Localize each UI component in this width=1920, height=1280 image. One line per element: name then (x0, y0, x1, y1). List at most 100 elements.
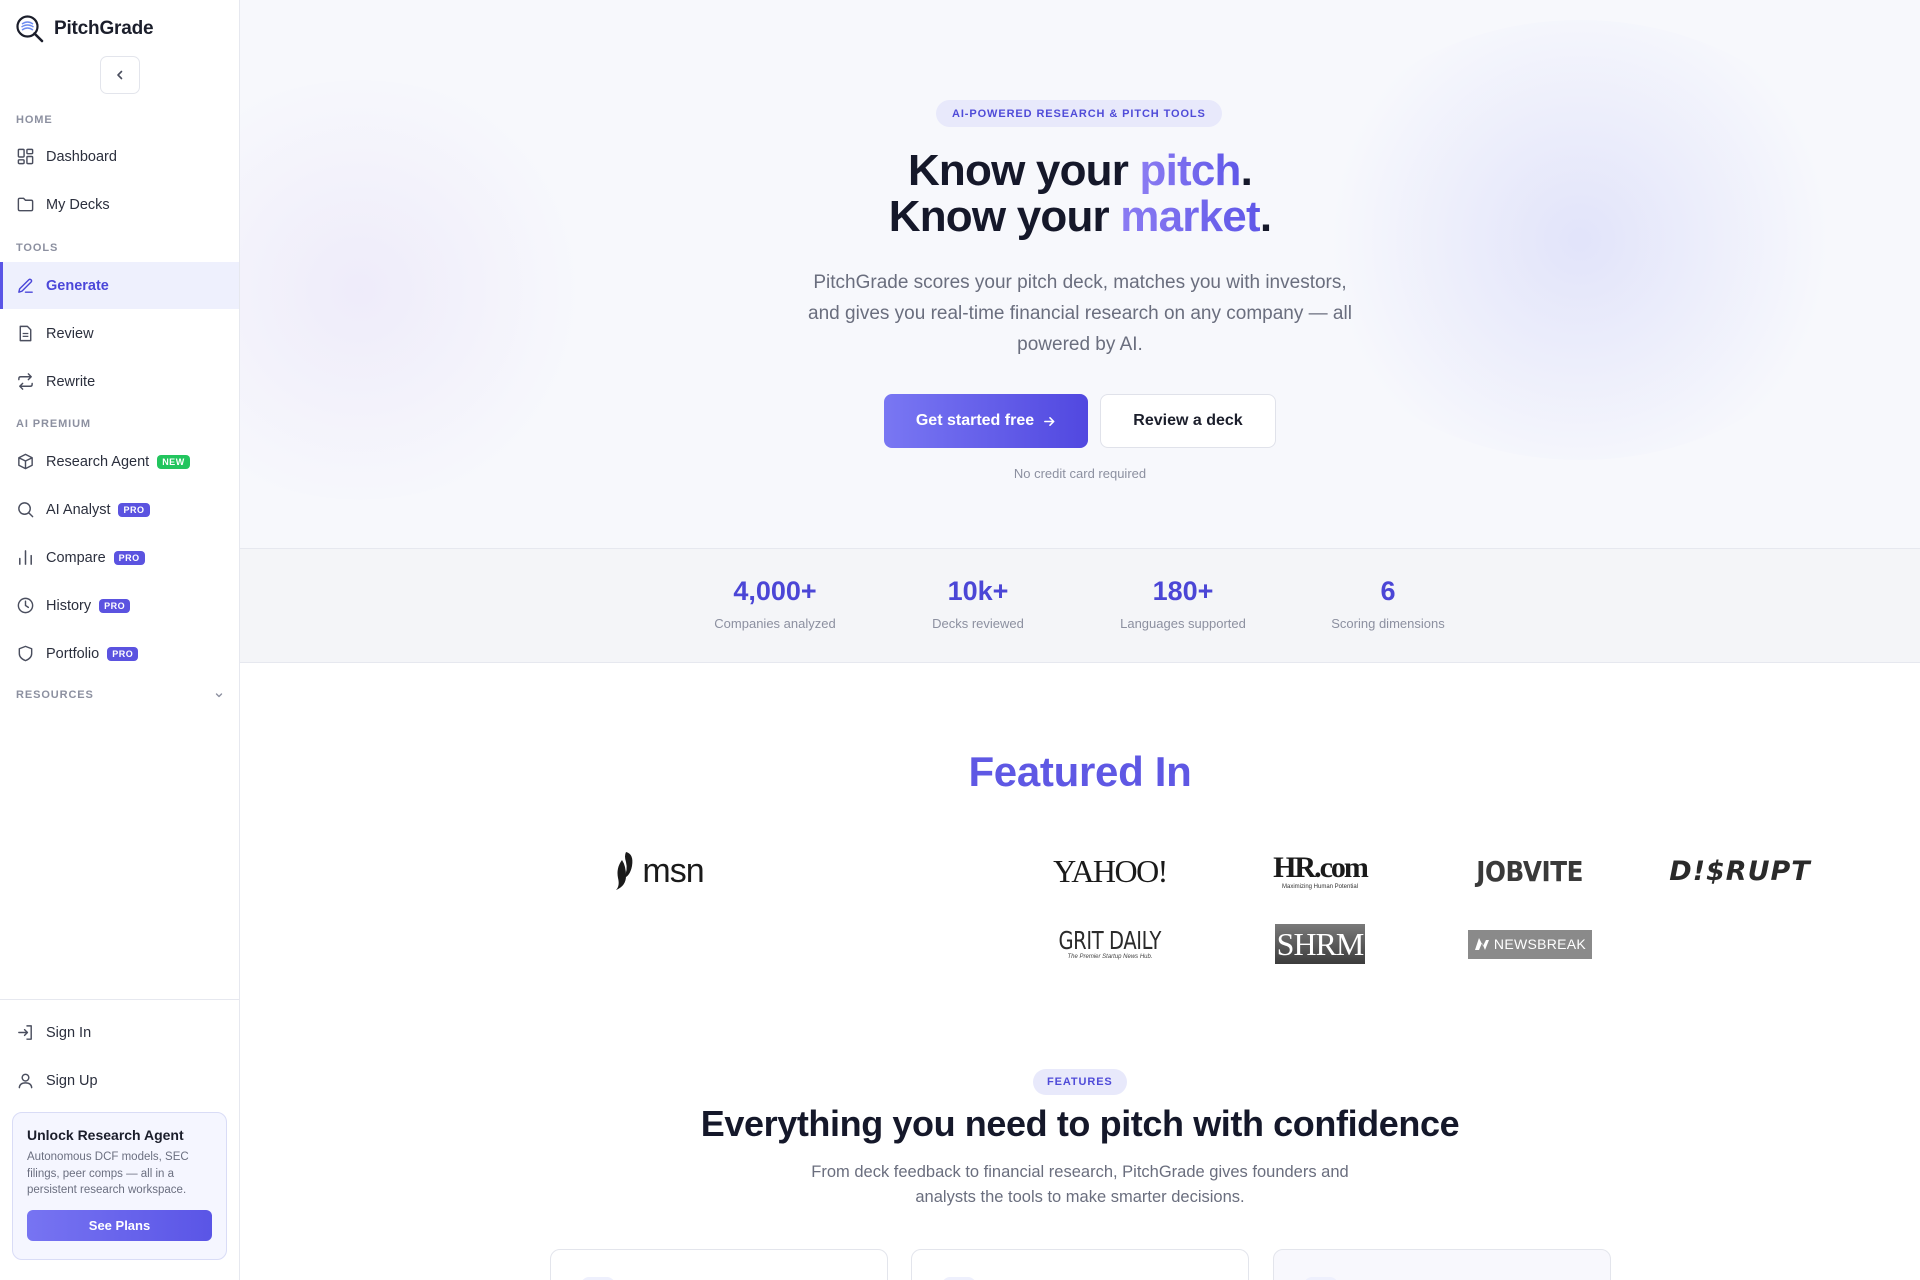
pro-badge: PRO (118, 502, 150, 517)
sign-in-icon (18, 1025, 32, 1040)
review-deck-button[interactable]: Review a deck (1100, 394, 1276, 448)
yahoo-logo: YAHOO! (1040, 843, 1180, 899)
hero-glow (1300, 20, 1860, 460)
sidebar-item-label: Rewrite (46, 373, 96, 390)
sidebar-item-label: Compare (46, 549, 106, 566)
user-icon (18, 1073, 33, 1089)
hero-period: . (1240, 146, 1253, 195)
newsbreak-logo: NEWSBREAK (1460, 916, 1600, 972)
search-icon (18, 502, 34, 518)
main-content: AI-POWERED RESEARCH & PITCH TOOLS Know y… (240, 0, 1920, 1280)
grit-daily-logo: GRIT DAILY The Premier Startup News Hub. (1040, 916, 1180, 972)
section-label-tools: TOOLS (16, 242, 59, 254)
sidebar-item-sign-in[interactable]: Sign In (0, 1009, 239, 1056)
hero-line-1: Know your pitch. (908, 146, 1253, 195)
chevron-left-icon (117, 70, 123, 80)
sidebar-item-label: History (46, 597, 92, 614)
hr-com-logo: HR.com Maximizing Human Potential (1250, 843, 1390, 899)
feature-card[interactable] (550, 1249, 888, 1280)
shrm-logo-text: SHRM (1276, 925, 1365, 962)
sidebar-item-label: My Decks (46, 196, 110, 213)
sidebar-item-review[interactable]: Review (0, 310, 239, 357)
sidebar-item-research-agent[interactable]: Research Agent NEW (0, 438, 239, 485)
shrm-logo-box: SHRM (1275, 924, 1365, 964)
stat-companies: 4,000+ Companies analyzed (685, 576, 865, 631)
sidebar-item-label: Research Agent (46, 453, 150, 470)
sidebar-item-label: Review (46, 325, 94, 342)
grit-daily-logo-text: GRIT DAILY (1058, 926, 1162, 955)
newsbreak-logo-text: NEWSBREAK (1493, 936, 1587, 952)
sidebar-item-history[interactable]: History PRO (0, 582, 239, 629)
get-started-label: Get started free (915, 412, 1035, 429)
feature-card[interactable] (1273, 1249, 1611, 1280)
stat-value: 6 (1380, 576, 1396, 606)
highlight-pitch: pitch (1139, 146, 1242, 195)
jobvite-logo-text: JOBVITE (1476, 854, 1584, 888)
stat-decks: 10k+ Decks reviewed (888, 576, 1068, 631)
stat-value: 180+ (1152, 576, 1214, 606)
jobvite-logo: JOBVITE (1460, 843, 1600, 899)
document-icon (19, 325, 32, 342)
pro-badge: PRO (107, 646, 139, 661)
sidebar-item-label: AI Analyst (46, 501, 111, 518)
yahoo-logo-text: YAHOO! (1053, 852, 1168, 889)
section-label-resources: RESOURCES (16, 689, 94, 701)
highlight-market: market (1120, 192, 1260, 241)
sidebar-item-compare[interactable]: Compare PRO (0, 534, 239, 581)
msn-butterfly-icon (616, 852, 633, 890)
shrm-logo: SHRM (1250, 916, 1390, 972)
hr-com-tagline: Maximizing Human Potential (1281, 883, 1359, 890)
hr-com-logo-text: HR.com (1273, 850, 1369, 884)
folder-icon (17, 197, 34, 212)
unlock-card-description: Autonomous DCF models, SEC filings, peer… (27, 1151, 189, 1196)
sidebar-item-sign-up[interactable]: Sign Up (0, 1057, 239, 1104)
newsbreak-mark-icon (1474, 938, 1489, 950)
pencil-icon (18, 278, 33, 293)
hero-line-text: Know your (888, 192, 1121, 241)
see-plans-button[interactable]: See Plans (27, 1209, 212, 1241)
disrupt-logo-text: D!$RUPT (1669, 855, 1811, 887)
app-name: PitchGrade (54, 18, 154, 39)
feature-card[interactable] (911, 1249, 1249, 1280)
sidebar-item-ai-analyst[interactable]: AI Analyst PRO (0, 486, 239, 533)
get-started-button[interactable]: Get started free (884, 394, 1088, 448)
repeat-icon (18, 373, 33, 390)
grid-icon (17, 148, 34, 165)
sidebar-divider (0, 999, 239, 1000)
stat-languages: 180+ Languages supported (1093, 576, 1273, 631)
section-label-ai-premium: AI PREMIUM (16, 418, 91, 430)
unlock-research-agent-card: Unlock Research Agent Autonomous DCF mod… (12, 1112, 227, 1260)
sidebar-item-generate[interactable]: Generate (0, 262, 239, 309)
msn-logo: msn (588, 843, 728, 899)
hero-glow (240, 80, 600, 500)
stat-value: 4,000+ (733, 576, 817, 606)
section-label-home: HOME (16, 114, 53, 126)
sidebar-item-my-decks[interactable]: My Decks (0, 181, 239, 228)
sidebar-item-label: Dashboard (46, 148, 117, 165)
msn-logo-text: msn (642, 851, 704, 890)
sidebar-item-dashboard[interactable]: Dashboard (0, 133, 239, 180)
stat-label: Decks reviewed (932, 616, 1024, 631)
cube-icon (18, 453, 33, 470)
sidebar-item-label: Sign Up (46, 1072, 98, 1089)
unlock-card-title: Unlock Research Agent (27, 1127, 184, 1143)
stat-label: Companies analyzed (714, 616, 836, 631)
pro-badge: PRO (113, 550, 145, 565)
sidebar-item-portfolio[interactable]: Portfolio PRO (0, 630, 239, 677)
resources-toggle[interactable]: RESOURCES (16, 689, 224, 701)
collapse-sidebar-button[interactable] (100, 56, 140, 94)
brand[interactable]: PitchGrade (15, 14, 154, 44)
chevron-down-icon (215, 693, 223, 698)
sidebar: PitchGrade HOME Dashboard My Decks TOOLS… (0, 0, 240, 1280)
stats-bar: 4,000+ Companies analyzed 10k+ Decks rev… (240, 548, 1920, 663)
no-credit-card-note: No credit card required (1013, 466, 1147, 481)
featured-in-title: Featured In (968, 748, 1192, 795)
sidebar-item-rewrite[interactable]: Rewrite (0, 358, 239, 405)
bar-chart-icon (19, 550, 32, 565)
hero-line-2: Know your market. (889, 192, 1272, 241)
sidebar-item-label: Portfolio (46, 645, 100, 662)
hero-period: . (1259, 192, 1272, 241)
magnifier-logo-icon (16, 15, 44, 43)
newsbreak-logo-box: NEWSBREAK (1468, 929, 1592, 959)
disrupt-logo: D!$RUPT (1669, 843, 1811, 899)
